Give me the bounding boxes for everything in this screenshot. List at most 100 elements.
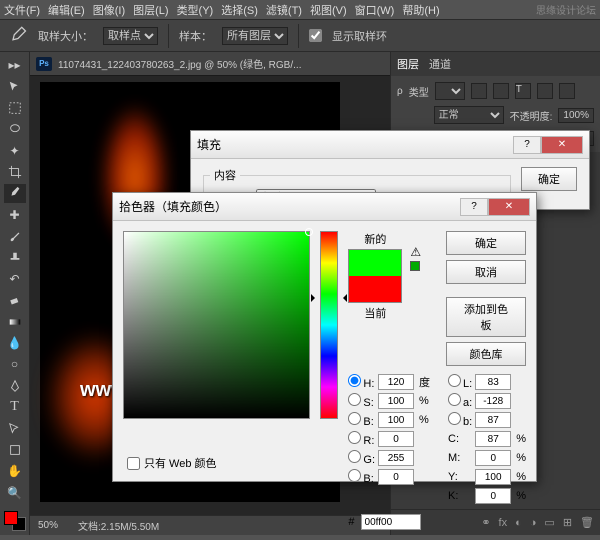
new-layer-icon[interactable]: ⊞ (563, 516, 572, 529)
menu-image[interactable]: 图像(I) (93, 2, 125, 18)
kind-select[interactable] (435, 82, 465, 100)
eraser-tool[interactable] (4, 291, 26, 309)
bv-radio[interactable] (348, 412, 361, 425)
stamp-tool[interactable] (4, 248, 26, 266)
filter-smart-icon[interactable] (559, 83, 575, 99)
menu-help[interactable]: 帮助(H) (402, 2, 439, 18)
shape-tool[interactable] (4, 441, 26, 459)
b2-radio[interactable] (348, 469, 361, 482)
sample-size-select[interactable]: 取样点 (103, 27, 158, 45)
g-radio[interactable] (348, 450, 361, 463)
websafe-icon[interactable] (410, 261, 420, 271)
fg-color-swatch[interactable] (4, 511, 18, 525)
color-preview (348, 249, 402, 303)
pen-tool[interactable] (4, 377, 26, 395)
s-radio[interactable] (348, 393, 361, 406)
tab-channels[interactable]: 通道 (429, 56, 451, 72)
menu-type[interactable]: 类型(Y) (177, 2, 214, 18)
r-field[interactable] (378, 431, 414, 447)
g-field[interactable] (378, 450, 414, 466)
tab-layers[interactable]: 图层 (397, 56, 419, 72)
libraries-button[interactable]: 颜色库 (446, 342, 526, 366)
trash-icon[interactable]: 🗑 (580, 516, 594, 529)
zoom-level[interactable]: 50% (38, 520, 58, 531)
new-label: 新的 (364, 231, 386, 247)
hex-field[interactable] (361, 514, 421, 530)
zoom-tool[interactable]: 🔍 (4, 484, 26, 502)
menubar[interactable]: 文件(F) 编辑(E) 图像(I) 图层(L) 类型(Y) 选择(S) 滤镜(T… (0, 0, 600, 20)
color-swatches[interactable] (4, 511, 26, 531)
saturation-value-field[interactable] (123, 231, 310, 419)
document-tab[interactable]: Ps 11074431_122403780263_2.jpg @ 50% (绿色… (30, 52, 390, 76)
b-field[interactable] (475, 412, 511, 428)
a-field[interactable] (475, 393, 511, 409)
menu-layer[interactable]: 图层(L) (133, 2, 168, 18)
gamut-warning-icon[interactable]: ⚠ (410, 245, 421, 259)
fill-titlebar[interactable]: 填充 ? ✕ (191, 131, 589, 159)
y-field[interactable] (475, 469, 511, 485)
blend-mode-select[interactable]: 正常 (434, 106, 504, 124)
crop-tool[interactable] (4, 163, 26, 181)
c-field[interactable] (475, 431, 511, 447)
show-ring-checkbox[interactable] (309, 29, 322, 42)
dodge-tool[interactable]: ○ (4, 355, 26, 373)
ok-button[interactable]: 确定 (521, 167, 577, 191)
menu-window[interactable]: 窗口(W) (355, 2, 395, 18)
menu-filter[interactable]: 滤镜(T) (266, 2, 302, 18)
menu-view[interactable]: 视图(V) (310, 2, 347, 18)
current-color-swatch[interactable] (349, 276, 401, 302)
wand-tool[interactable]: ✦ (4, 142, 26, 160)
m-field[interactable] (475, 450, 511, 466)
eyedropper-tool[interactable] (4, 184, 26, 202)
marquee-tool[interactable] (4, 99, 26, 117)
r-radio[interactable] (348, 431, 361, 444)
picker-titlebar[interactable]: 拾色器（填充颜色） ? ✕ (113, 193, 536, 221)
menu-select[interactable]: 选择(S) (221, 2, 258, 18)
collapse-icon[interactable]: ▸▸ (4, 56, 26, 74)
b2-field[interactable] (378, 469, 414, 485)
group-icon[interactable]: ▭ (544, 516, 554, 529)
b-radio[interactable] (448, 412, 461, 425)
move-tool[interactable] (4, 77, 26, 95)
type-tool[interactable]: T (4, 398, 26, 416)
a-radio[interactable] (448, 393, 461, 406)
help-button[interactable]: ? (460, 198, 488, 216)
close-button[interactable]: ✕ (488, 198, 530, 216)
ok-button[interactable]: 确定 (446, 231, 526, 255)
close-button[interactable]: ✕ (541, 136, 583, 154)
hue-slider[interactable] (320, 231, 338, 419)
sv-cursor[interactable] (305, 228, 313, 236)
blur-tool[interactable]: 💧 (4, 334, 26, 352)
help-button[interactable]: ? (513, 136, 541, 154)
gradient-tool[interactable] (4, 313, 26, 331)
heal-tool[interactable]: ✚ (4, 206, 26, 224)
ps-icon: Ps (36, 57, 52, 71)
h-radio[interactable] (348, 374, 361, 387)
lasso-tool[interactable] (4, 120, 26, 138)
filter-type-icon[interactable]: T (515, 83, 531, 99)
opacity-value[interactable]: 100% (558, 108, 594, 123)
add-swatch-button[interactable]: 添加到色板 (446, 297, 526, 337)
s-field[interactable] (378, 393, 414, 409)
web-only-checkbox[interactable] (127, 457, 140, 470)
picker-title: 拾色器（填充颜色） (119, 198, 460, 215)
history-brush-tool[interactable]: ↶ (4, 270, 26, 288)
menu-file[interactable]: 文件(F) (4, 2, 40, 18)
sample-label: 样本： (179, 28, 212, 44)
path-tool[interactable] (4, 419, 26, 437)
k-field[interactable] (475, 488, 511, 504)
hue-slider-thumb[interactable] (317, 294, 341, 302)
cancel-button[interactable]: 取消 (446, 260, 526, 284)
brush-tool[interactable] (4, 227, 26, 245)
sample-select[interactable]: 所有图层 (222, 27, 288, 45)
l-field[interactable] (475, 374, 511, 390)
menu-edit[interactable]: 编辑(E) (48, 2, 85, 18)
document-title: 11074431_122403780263_2.jpg @ 50% (绿色, R… (58, 56, 301, 71)
h-field[interactable] (378, 374, 414, 390)
l-radio[interactable] (448, 374, 461, 387)
bv-field[interactable] (378, 412, 414, 428)
filter-shape-icon[interactable] (537, 83, 553, 99)
filter-adjust-icon[interactable] (493, 83, 509, 99)
filter-pixel-icon[interactable] (471, 83, 487, 99)
hand-tool[interactable]: ✋ (4, 462, 26, 480)
